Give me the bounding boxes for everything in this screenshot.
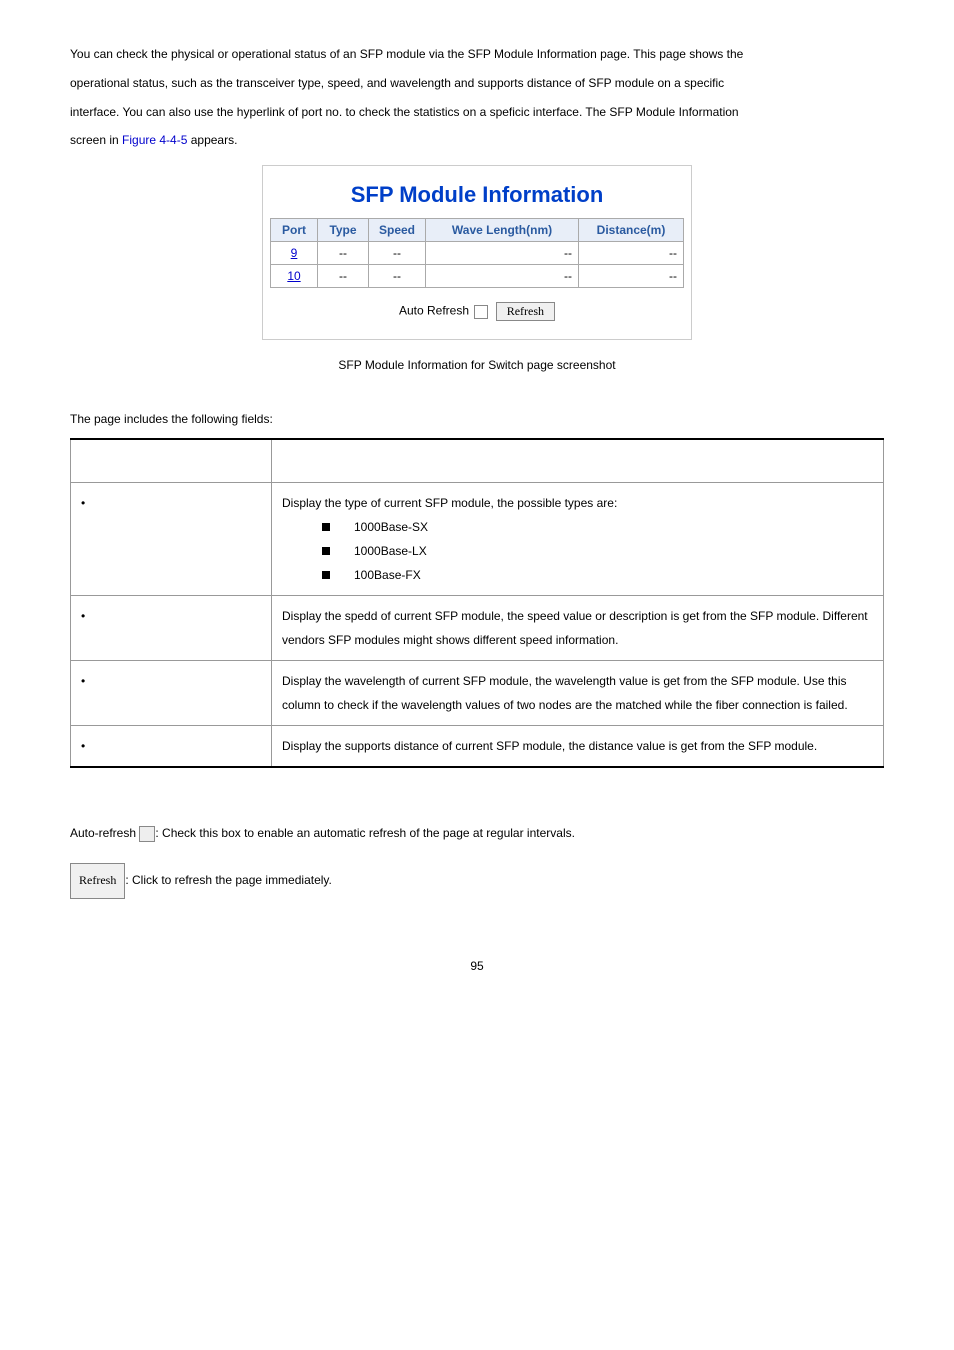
field-row-dist: • Display the supports distance of curre… bbox=[71, 726, 884, 768]
field-desc-speed: Display the spedd of current SFP module,… bbox=[272, 596, 884, 661]
footer-controls: Auto-refresh : Check this box to enable … bbox=[70, 818, 884, 898]
table-row: 9 -- -- -- -- bbox=[271, 242, 684, 265]
panel-title: SFP Module Information bbox=[267, 182, 687, 208]
square-bullet-icon bbox=[322, 523, 330, 531]
cell-type: -- bbox=[318, 242, 369, 265]
port-link-10[interactable]: 10 bbox=[287, 269, 300, 283]
field-object-speed: • bbox=[71, 596, 272, 661]
type-item-2: 100Base-FX bbox=[354, 563, 421, 587]
intro-paragraph: You can check the physical or operationa… bbox=[70, 40, 884, 155]
cell-type: -- bbox=[318, 265, 369, 288]
col-header-speed: Speed bbox=[369, 219, 426, 242]
fields-intro: The page includes the following fields: bbox=[70, 412, 884, 426]
intro-line4a: screen in bbox=[70, 133, 122, 147]
figure-caption: SFP Module Information for Switch page s… bbox=[70, 358, 884, 372]
table-row: 10 -- -- -- -- bbox=[271, 265, 684, 288]
field-object-dist: • bbox=[71, 726, 272, 768]
cell-speed: -- bbox=[369, 242, 426, 265]
cell-dist: -- bbox=[579, 265, 684, 288]
port-link-9[interactable]: 9 bbox=[291, 246, 298, 260]
type-desc-text: Display the type of current SFP module, … bbox=[282, 496, 617, 510]
intro-line2: operational status, such as the transcei… bbox=[70, 76, 724, 90]
fields-header-object bbox=[71, 439, 272, 483]
field-desc-wave: Display the wavelength of current SFP mo… bbox=[272, 661, 884, 726]
type-item: 1000Base-LX bbox=[322, 539, 873, 563]
figure-reference-link[interactable]: Figure 4-4-5 bbox=[122, 133, 187, 147]
type-item-0: 1000Base-SX bbox=[354, 515, 428, 539]
col-header-wave: Wave Length(nm) bbox=[426, 219, 579, 242]
field-desc-type: Display the type of current SFP module, … bbox=[272, 483, 884, 596]
col-header-type: Type bbox=[318, 219, 369, 242]
refresh-desc: : Click to refresh the page immediately. bbox=[125, 873, 332, 887]
field-row-type: • Display the type of current SFP module… bbox=[71, 483, 884, 596]
cell-dist: -- bbox=[579, 242, 684, 265]
square-bullet-icon bbox=[322, 571, 330, 579]
refresh-button-inline[interactable]: Refresh bbox=[70, 863, 125, 898]
checkbox-icon-inline[interactable] bbox=[139, 826, 155, 842]
type-item-1: 1000Base-LX bbox=[354, 539, 427, 563]
field-object-type: • bbox=[71, 483, 272, 596]
intro-line4b: appears. bbox=[187, 133, 237, 147]
sfp-table: Port Type Speed Wave Length(nm) Distance… bbox=[270, 218, 684, 288]
auto-refresh-label: Auto Refresh bbox=[399, 304, 469, 318]
auto-refresh-checkbox[interactable] bbox=[474, 305, 488, 319]
type-item: 1000Base-SX bbox=[322, 515, 873, 539]
square-bullet-icon bbox=[322, 547, 330, 555]
sfp-module-info-panel: SFP Module Information Port Type Speed W… bbox=[262, 165, 692, 340]
cell-speed: -- bbox=[369, 265, 426, 288]
panel-controls: Auto Refresh Refresh bbox=[267, 302, 687, 321]
col-header-port: Port bbox=[271, 219, 318, 242]
refresh-button[interactable]: Refresh bbox=[496, 302, 555, 321]
intro-line1: You can check the physical or operationa… bbox=[70, 47, 743, 61]
field-row-speed: • Display the spedd of current SFP modul… bbox=[71, 596, 884, 661]
fields-table: • Display the type of current SFP module… bbox=[70, 438, 884, 768]
fields-header-description bbox=[272, 439, 884, 483]
field-row-wave: • Display the wavelength of current SFP … bbox=[71, 661, 884, 726]
intro-line3: interface. You can also use the hyperlin… bbox=[70, 105, 739, 119]
field-object-wave: • bbox=[71, 661, 272, 726]
cell-wave: -- bbox=[426, 242, 579, 265]
page-number: 95 bbox=[70, 959, 884, 973]
auto-refresh-prefix: Auto-refresh bbox=[70, 826, 139, 840]
col-header-dist: Distance(m) bbox=[579, 219, 684, 242]
cell-wave: -- bbox=[426, 265, 579, 288]
field-desc-dist: Display the supports distance of current… bbox=[272, 726, 884, 768]
type-item: 100Base-FX bbox=[322, 563, 873, 587]
auto-refresh-desc: : Check this box to enable an automatic … bbox=[155, 826, 575, 840]
